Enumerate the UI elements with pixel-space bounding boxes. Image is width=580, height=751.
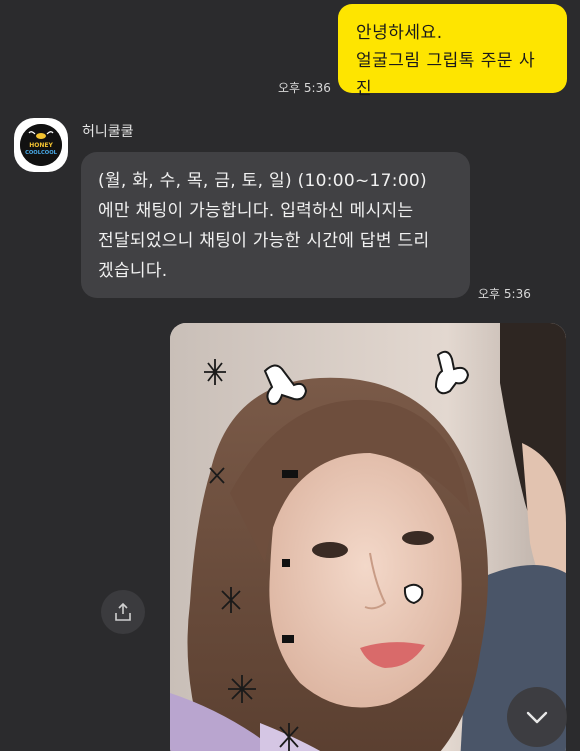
incoming-message-line: 겠습니다. bbox=[98, 261, 168, 281]
outgoing-message-time: 오후 5:36 bbox=[278, 81, 331, 95]
share-icon bbox=[115, 602, 131, 621]
photo-image bbox=[170, 323, 566, 751]
outgoing-message-line: 안녕하세요. bbox=[356, 23, 443, 43]
outgoing-message-line: 얼굴그림 그립톡 주문 사진 bbox=[356, 51, 536, 99]
chat-screen: 안녕하세요. 얼굴그림 그립톡 주문 사진 오후 5:36 HONEY COOL… bbox=[0, 0, 580, 751]
svg-text:HONEY: HONEY bbox=[29, 142, 53, 149]
incoming-message-bubble[interactable]: (월, 화, 수, 목, 금, 토, 일) (10:00~17:00) 에만 채… bbox=[81, 152, 470, 298]
sender-name: 허니쿨쿨 bbox=[82, 124, 134, 140]
chevron-down-icon bbox=[526, 711, 548, 724]
share-button[interactable] bbox=[101, 590, 145, 634]
incoming-message-line: 전달되었으니 채팅이 가능한 시간에 답변 드리 bbox=[98, 231, 430, 251]
svg-text:COOLCOOL: COOLCOOL bbox=[25, 150, 58, 156]
outgoing-message-bubble[interactable]: 안녕하세요. 얼굴그림 그립톡 주문 사진 bbox=[338, 4, 567, 99]
incoming-message-time: 오후 5:36 bbox=[478, 287, 531, 301]
incoming-message-line: 에만 채팅이 가능합니다. 입력하신 메시지는 bbox=[98, 201, 414, 221]
sender-avatar[interactable]: HONEY COOLCOOL bbox=[14, 118, 68, 172]
honeycoolcool-logo-icon: HONEY COOLCOOL bbox=[20, 124, 62, 166]
photo-message[interactable] bbox=[170, 323, 566, 751]
incoming-message-line: (월, 화, 수, 목, 금, 토, 일) (10:00~17:00) bbox=[98, 171, 427, 191]
scroll-to-bottom-button[interactable] bbox=[507, 687, 567, 747]
